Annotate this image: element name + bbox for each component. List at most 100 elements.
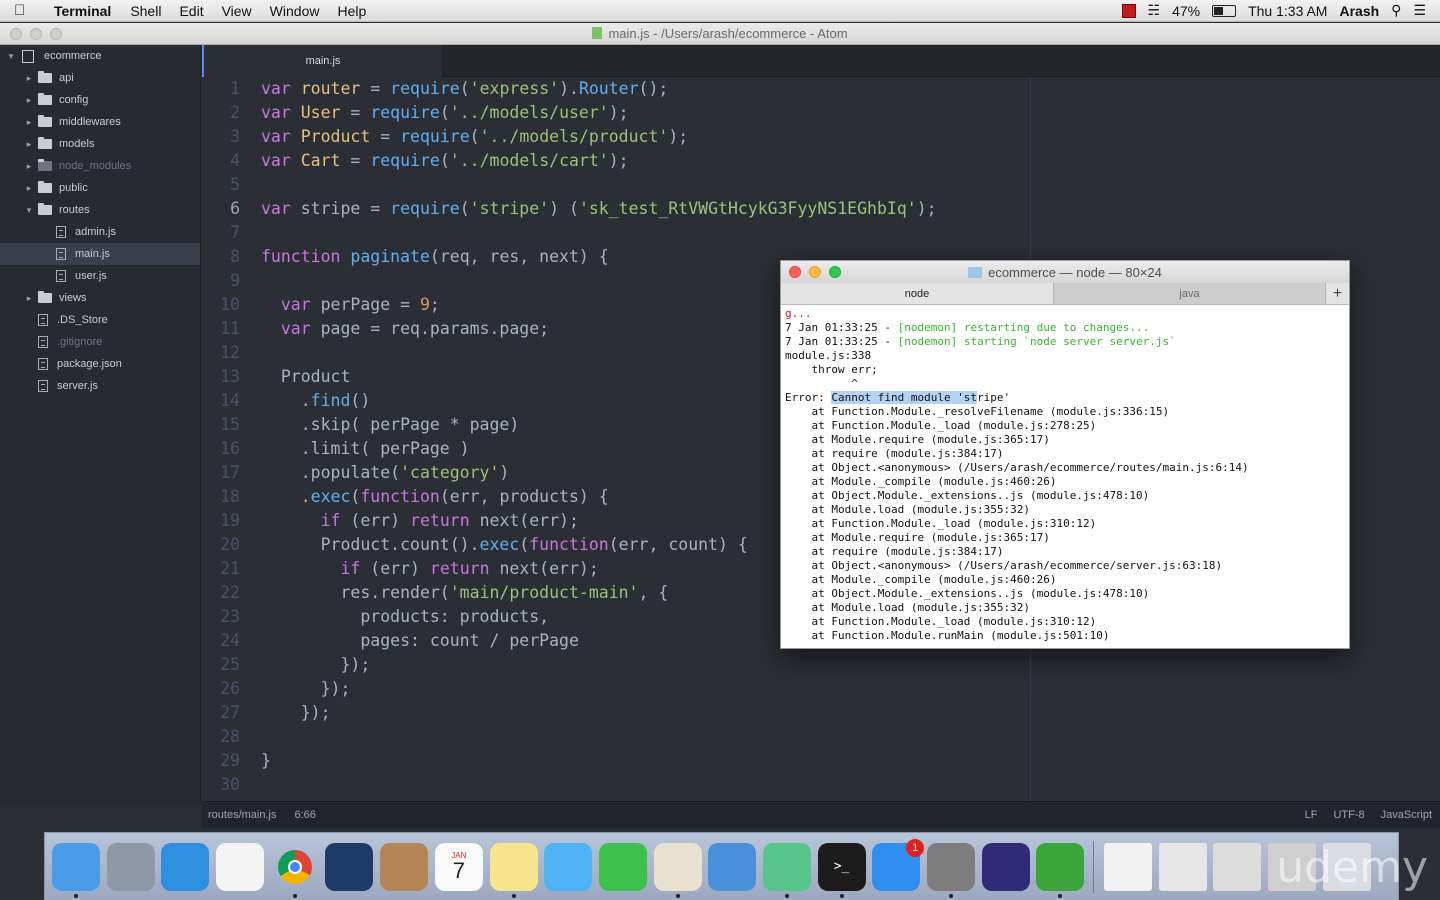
facetime-icon[interactable] bbox=[598, 842, 647, 891]
chrome-icon[interactable] bbox=[271, 843, 319, 898]
new-tab-icon[interactable]: + bbox=[1325, 283, 1349, 304]
menu-shell[interactable]: Shell bbox=[121, 3, 170, 19]
terminal-tab-java[interactable]: java bbox=[1053, 283, 1325, 304]
chevron-down-icon[interactable]: ▾ bbox=[6, 51, 16, 62]
notification-center-icon[interactable]: ☰ bbox=[1413, 2, 1426, 19]
code-line[interactable]: 28 bbox=[202, 725, 1440, 749]
terminal-minimize-button[interactable] bbox=[809, 266, 821, 278]
app-store-icon[interactable]: 1 bbox=[872, 838, 925, 891]
tab-main-js[interactable]: main.js bbox=[202, 45, 442, 77]
safari-icon[interactable] bbox=[161, 842, 210, 891]
terminal-close-button[interactable] bbox=[789, 266, 801, 278]
menu-help[interactable]: Help bbox=[328, 3, 375, 19]
code-token: '../models/cart' bbox=[449, 151, 609, 170]
tree-item[interactable]: ▸ public bbox=[0, 177, 200, 199]
menu-window[interactable]: Window bbox=[261, 3, 329, 19]
tree-item[interactable]: ▸ middlewares bbox=[0, 111, 200, 133]
user-name[interactable]: Arash bbox=[1339, 3, 1379, 19]
terminal-line: 7 Jan 01:33:25 - [nodemon] restarting du… bbox=[785, 321, 1345, 335]
terminal-tab-node[interactable]: node bbox=[781, 283, 1053, 304]
code-line[interactable]: 30 bbox=[202, 773, 1440, 797]
status-grammar[interactable]: JavaScript bbox=[1381, 809, 1432, 821]
preview-icon[interactable] bbox=[653, 842, 702, 898]
tree-item[interactable]: main.js bbox=[0, 243, 200, 265]
code-line[interactable]: 7 bbox=[202, 221, 1440, 245]
code-text: var perPage = 9; bbox=[240, 293, 440, 317]
app-grid-icon[interactable] bbox=[216, 842, 265, 891]
tree-item[interactable]: ▾ routes bbox=[0, 199, 200, 221]
code-line[interactable]: 5 bbox=[202, 173, 1440, 197]
code-line[interactable]: 6 var stripe = require('stripe') ('sk_tes… bbox=[202, 197, 1440, 221]
status-line-ending[interactable]: LF bbox=[1305, 809, 1318, 821]
terminal-zoom-button[interactable] bbox=[829, 266, 841, 278]
chevron-down-icon[interactable]: ▾ bbox=[24, 205, 34, 216]
tree-item[interactable]: .gitignore bbox=[0, 331, 200, 353]
recording-icon[interactable] bbox=[1121, 3, 1136, 18]
atom-icon[interactable] bbox=[762, 842, 811, 898]
system-preferences-icon[interactable] bbox=[927, 842, 975, 898]
document-icon[interactable] bbox=[1104, 842, 1153, 891]
chevron-right-icon[interactable]: ▸ bbox=[24, 293, 34, 304]
code-token: Product.count(). bbox=[261, 535, 480, 554]
code-line[interactable]: 4 var Cart = require('../models/cart'); bbox=[202, 149, 1440, 173]
apple-menu-icon[interactable]:  bbox=[14, 2, 40, 19]
tree-item[interactable]: ▸ views bbox=[0, 287, 200, 309]
terminal-icon[interactable]: >_ bbox=[817, 842, 866, 898]
audacity-icon[interactable] bbox=[981, 842, 1030, 891]
tree-item[interactable]: .DS_Store bbox=[0, 309, 200, 331]
code-line[interactable]: 29} bbox=[202, 749, 1440, 773]
tree-item[interactable]: user.js bbox=[0, 265, 200, 287]
code-line[interactable]: 1 var router = require('express').Router(… bbox=[202, 77, 1440, 101]
tree-root[interactable]: ▾ ecommerce bbox=[0, 45, 200, 67]
code-line[interactable]: 27 }); bbox=[202, 701, 1440, 725]
code-line[interactable]: 3 var Product = require('../models/produc… bbox=[202, 125, 1440, 149]
status-cursor-position[interactable]: 6:66 bbox=[294, 809, 315, 821]
code-line[interactable]: 2 var User = require('../models/user'); bbox=[202, 101, 1440, 125]
code-line[interactable]: 26 }); bbox=[202, 677, 1440, 701]
code-token: .skip( perPage * page) bbox=[261, 415, 520, 434]
finder-icon[interactable] bbox=[52, 842, 100, 898]
battery-icon[interactable] bbox=[1212, 4, 1237, 17]
code-text: products: products, bbox=[240, 605, 549, 629]
chevron-right-icon[interactable]: ▸ bbox=[24, 139, 34, 150]
chevron-right-icon[interactable]: ▸ bbox=[24, 183, 34, 194]
chevron-right-icon[interactable]: ▸ bbox=[24, 95, 34, 106]
code-token: = bbox=[370, 127, 401, 146]
messages-icon[interactable] bbox=[544, 842, 593, 891]
terminal-line: at Module.load (module.js:355:32) bbox=[785, 601, 1031, 614]
chevron-right-icon[interactable]: ▸ bbox=[24, 73, 34, 84]
launchpad-icon[interactable] bbox=[106, 842, 155, 891]
menu-view[interactable]: View bbox=[213, 3, 261, 19]
file-icon bbox=[56, 226, 66, 238]
code-line[interactable]: 25 }); bbox=[202, 653, 1440, 677]
chevron-right-icon[interactable]: ▸ bbox=[24, 161, 34, 172]
status-encoding[interactable]: UTF-8 bbox=[1333, 809, 1364, 821]
tree-item[interactable]: ▸ config bbox=[0, 89, 200, 111]
tree-view: ▾ ecommerce ▸ api ▸ config ▸ middlewares ▸ mode… bbox=[0, 45, 201, 805]
menu-app-name[interactable]: Terminal bbox=[40, 3, 121, 19]
camtasia-icon[interactable] bbox=[1036, 842, 1085, 898]
tree-item[interactable]: admin.js bbox=[0, 221, 200, 243]
quicktime-icon[interactable] bbox=[325, 842, 374, 891]
menu-edit[interactable]: Edit bbox=[170, 3, 212, 19]
code-token: ). bbox=[559, 79, 579, 98]
status-file-path[interactable]: routes/main.js bbox=[208, 809, 276, 821]
clock[interactable]: Thu 1:33 AM bbox=[1248, 3, 1327, 19]
tree-item[interactable]: ▸ api bbox=[0, 67, 200, 89]
tree-item[interactable]: server.js bbox=[0, 375, 200, 397]
keynote-icon[interactable] bbox=[708, 842, 757, 891]
tree-item[interactable]: ▸ node_modules bbox=[0, 155, 200, 177]
downloads-stack-icon[interactable] bbox=[1213, 842, 1262, 891]
terminal-titlebar[interactable]: ecommerce — node — 80×24 bbox=[781, 261, 1349, 283]
screenshot-stack-icon[interactable] bbox=[1158, 842, 1207, 891]
spotlight-icon[interactable]: ⚲ bbox=[1391, 2, 1401, 19]
wifi-icon[interactable]: ☵ bbox=[1148, 2, 1161, 19]
atom-titlebar[interactable]: main.js - /Users/arash/ecommerce - Atom bbox=[0, 23, 1440, 45]
terminal-output[interactable]: g... 7 Jan 01:33:25 - [nodemon] restartin… bbox=[781, 305, 1349, 645]
tree-item[interactable]: ▸ models bbox=[0, 133, 200, 155]
contacts-icon[interactable] bbox=[380, 842, 429, 891]
notes-icon[interactable] bbox=[489, 842, 538, 898]
chevron-right-icon[interactable]: ▸ bbox=[24, 117, 34, 128]
tree-item[interactable]: package.json bbox=[0, 353, 200, 375]
calendar-icon[interactable]: JAN 7 bbox=[434, 842, 483, 891]
